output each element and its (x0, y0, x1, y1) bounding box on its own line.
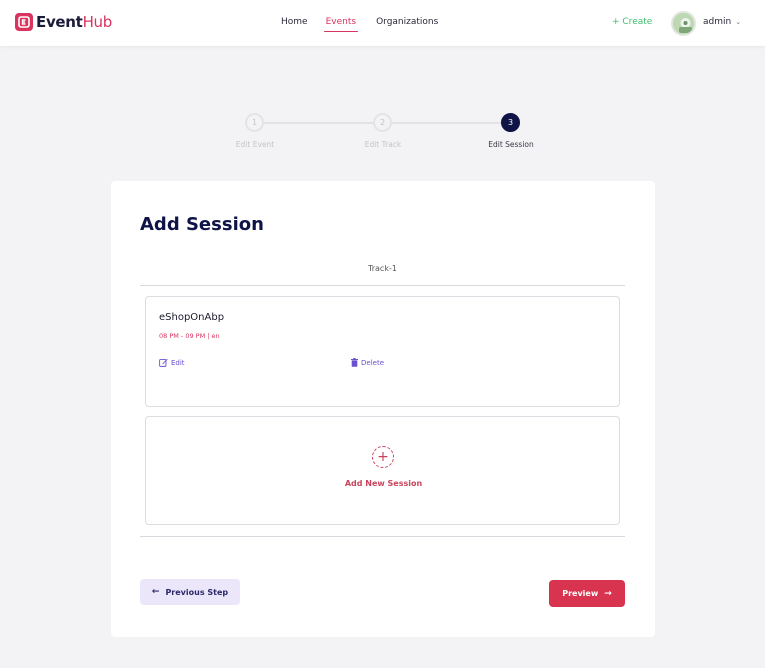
session-item: eShopOnAbp 08 PM - 09 PM | en Edit Delet… (145, 296, 620, 407)
edit-session-button[interactable]: Edit (159, 358, 185, 367)
step-2-label: Edit Track (364, 140, 402, 149)
footer-divider (140, 536, 625, 537)
delete-session-button[interactable]: Delete (351, 358, 384, 367)
step-3-label: Edit Session (488, 140, 534, 149)
session-meta: 08 PM - 09 PM | en (159, 332, 220, 340)
top-navbar: EventHub Home Events Organizations + Cre… (0, 0, 765, 46)
user-name-label: admin (703, 17, 732, 27)
track-label: Track-1 (368, 264, 397, 273)
nav-item-organizations[interactable]: Organizations (376, 17, 438, 27)
step-1-label: Edit Event (235, 140, 275, 149)
add-new-session-button[interactable]: + Add New Session (145, 416, 620, 525)
create-link[interactable]: + Create (612, 17, 652, 27)
delete-label: Delete (361, 358, 384, 367)
preview-label: Preview (562, 589, 599, 598)
brand-logo[interactable]: EventHub (15, 13, 112, 31)
session-card (111, 181, 655, 637)
brand-name: EventHub (36, 13, 112, 31)
chevron-down-icon: ⌄ (735, 18, 742, 26)
edit-label: Edit (171, 358, 185, 367)
step-1-circle[interactable]: 1 (245, 113, 264, 132)
previous-step-button[interactable]: ← Previous Step (140, 579, 240, 605)
plus-circle-icon: + (372, 446, 394, 468)
nav-item-events[interactable]: Events (323, 17, 359, 32)
eventhub-logo-icon (15, 13, 33, 31)
user-menu[interactable]: admin ⌄ (703, 17, 741, 27)
track-divider (140, 285, 625, 286)
brand-name-light: Hub (82, 13, 113, 31)
stepper-line-2 (392, 122, 501, 124)
stepper-line-1 (264, 122, 374, 124)
page-title: Add Session (140, 214, 264, 235)
arrow-left-icon: ← (151, 587, 160, 597)
session-title: eShopOnAbp (159, 312, 225, 323)
step-2-circle[interactable]: 2 (373, 113, 392, 132)
avatar[interactable] (671, 11, 696, 36)
add-new-session-label: Add New Session (344, 479, 423, 488)
nav-item-home[interactable]: Home (281, 17, 308, 27)
avatar-image-icon (673, 13, 694, 34)
edit-icon (159, 358, 168, 367)
main-nav: Home Events Organizations (281, 17, 438, 32)
preview-button[interactable]: Preview → (549, 580, 625, 607)
brand-name-bold: Event (36, 13, 83, 31)
trash-icon (351, 358, 358, 367)
step-3-circle[interactable]: 3 (501, 113, 520, 132)
previous-step-label: Previous Step (165, 587, 229, 597)
arrow-right-icon: → (604, 588, 612, 599)
